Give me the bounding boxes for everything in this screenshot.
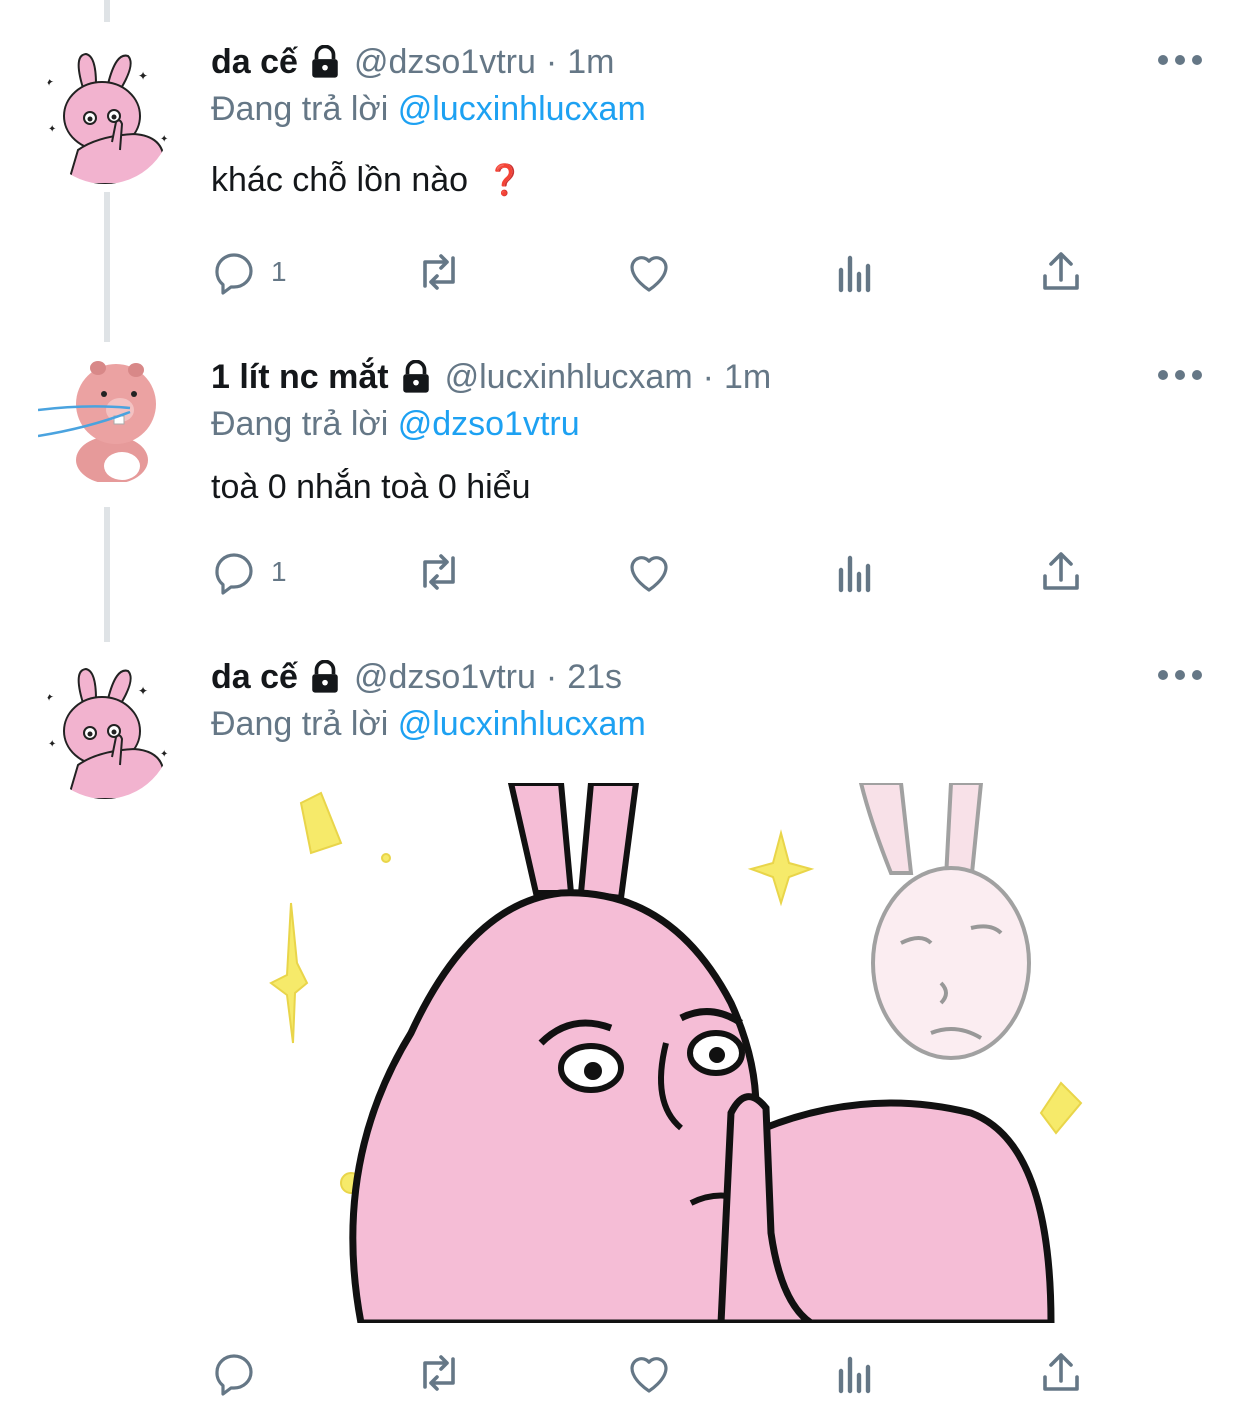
- user-handle[interactable]: @lucxinhlucxam: [445, 358, 693, 397]
- share-icon: [1037, 1349, 1085, 1397]
- like-button[interactable]: [625, 545, 673, 599]
- reply-button[interactable]: 1: [211, 245, 287, 299]
- lock-icon: [308, 45, 342, 79]
- tweet-header: da cế @dzso1vtru · 21s: [211, 653, 622, 701]
- analytics-button[interactable]: [831, 1346, 879, 1400]
- svg-text:✦: ✦: [138, 684, 148, 698]
- retweet-button[interactable]: [415, 245, 463, 299]
- svg-text:✦: ✦: [48, 739, 56, 750]
- separator-dot: ·: [702, 357, 714, 396]
- share-icon: [1037, 248, 1085, 296]
- reply-icon: [211, 548, 259, 596]
- question-mark-emoji: ❓: [486, 164, 524, 197]
- svg-text:✦: ✦: [160, 749, 168, 760]
- heart-icon: [625, 548, 673, 596]
- svg-text:✦: ✦: [160, 134, 168, 145]
- retweet-icon: [415, 1349, 463, 1397]
- replying-to: Đang trả lời @dzso1vtru: [211, 405, 580, 444]
- analytics-icon: [831, 1349, 879, 1397]
- pink-beaver-avatar[interactable]: [38, 348, 172, 482]
- share-button[interactable]: [1037, 1346, 1085, 1400]
- reply-count: 1: [271, 256, 287, 287]
- retweet-button[interactable]: [415, 1346, 463, 1400]
- thread-line-1: [104, 192, 110, 342]
- heart-icon: [625, 248, 673, 296]
- svg-text:✦: ✦: [44, 690, 54, 704]
- analytics-icon: [831, 548, 879, 596]
- like-button[interactable]: [625, 1346, 673, 1400]
- svg-text:✦: ✦: [44, 75, 54, 89]
- retweet-icon: [415, 548, 463, 596]
- pink-rabbit-meme-image[interactable]: [211, 783, 1119, 1323]
- tweet-header: da cế @dzso1vtru · 1m: [211, 38, 614, 86]
- timestamp[interactable]: 1m: [567, 43, 614, 82]
- like-button[interactable]: [625, 245, 673, 299]
- replying-to: Đang trả lời @lucxinhlucxam: [211, 90, 646, 129]
- analytics-icon: [831, 248, 879, 296]
- replying-prefix: Đang trả lời: [211, 705, 389, 743]
- display-name[interactable]: 1 lít nc mắt: [211, 358, 389, 397]
- reply-icon: [211, 248, 259, 296]
- separator-dot: ·: [545, 657, 558, 696]
- more-icon[interactable]: [1158, 365, 1202, 385]
- more-icon[interactable]: [1158, 665, 1202, 685]
- reply-button[interactable]: 1: [211, 545, 287, 599]
- user-handle[interactable]: @dzso1vtru: [354, 43, 536, 82]
- replying-to-mention[interactable]: @lucxinhlucxam: [398, 90, 646, 128]
- reply-count: 1: [271, 556, 287, 587]
- share-button[interactable]: [1037, 245, 1085, 299]
- thread-line-2: [104, 507, 110, 642]
- timestamp[interactable]: 1m: [724, 358, 771, 397]
- reply-icon: [211, 1349, 259, 1397]
- svg-text:✦: ✦: [48, 124, 56, 135]
- more-icon[interactable]: [1158, 50, 1202, 70]
- tweet-text-content: khác chỗ lồn nào: [211, 161, 469, 199]
- tweet-thread: ✦ ✦ ✦ ✦ da cế @dzso1vtru · 1m Đang trả l…: [0, 0, 1242, 1423]
- thread-line-top: [104, 0, 110, 22]
- replying-to-mention[interactable]: @dzso1vtru: [398, 405, 580, 443]
- pink-rabbit-avatar[interactable]: ✦ ✦ ✦ ✦: [38, 665, 172, 799]
- lock-icon: [399, 360, 433, 394]
- share-icon: [1037, 548, 1085, 596]
- tweet-text: khác chỗ lồn nào ❓: [211, 161, 523, 200]
- reply-button[interactable]: [211, 1346, 259, 1400]
- display-name[interactable]: da cế: [211, 43, 298, 82]
- separator-dot: ·: [545, 42, 558, 81]
- tweet-header: 1 lít nc mắt @lucxinhlucxam · 1m: [211, 353, 771, 401]
- display-name[interactable]: da cế: [211, 658, 298, 697]
- tweet-actions: 1: [211, 545, 1111, 599]
- lock-icon: [308, 660, 342, 694]
- pink-rabbit-avatar[interactable]: ✦ ✦ ✦ ✦: [38, 50, 172, 184]
- tweet-actions: 1: [211, 245, 1111, 299]
- user-handle[interactable]: @dzso1vtru: [354, 658, 536, 697]
- replying-to: Đang trả lời @lucxinhlucxam: [211, 705, 646, 744]
- heart-icon: [625, 1349, 673, 1397]
- tweet-text-content: toà 0 nhắn toà 0 hiểu: [211, 468, 531, 506]
- tweet-text: toà 0 nhắn toà 0 hiểu: [211, 468, 531, 507]
- retweet-icon: [415, 248, 463, 296]
- svg-text:✦: ✦: [138, 69, 148, 83]
- tweet-actions: [211, 1346, 1111, 1400]
- replying-prefix: Đang trả lời: [211, 90, 389, 128]
- share-button[interactable]: [1037, 545, 1085, 599]
- analytics-button[interactable]: [831, 245, 879, 299]
- timestamp[interactable]: 21s: [567, 658, 622, 697]
- analytics-button[interactable]: [831, 545, 879, 599]
- replying-prefix: Đang trả lời: [211, 405, 389, 443]
- retweet-button[interactable]: [415, 545, 463, 599]
- replying-to-mention[interactable]: @lucxinhlucxam: [398, 705, 646, 743]
